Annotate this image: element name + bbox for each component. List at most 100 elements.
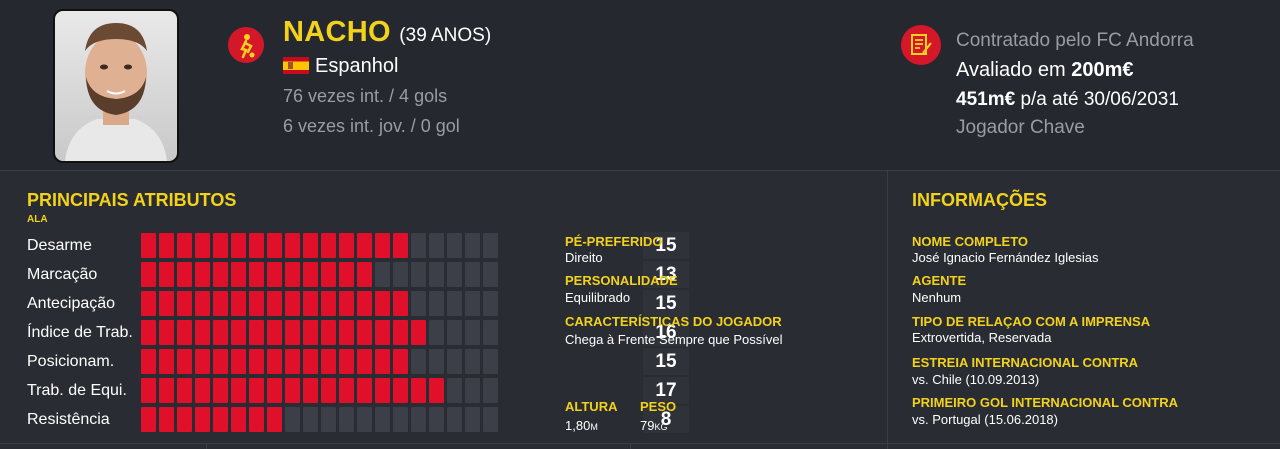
attribute-segment-filled	[321, 349, 336, 374]
player-name: NACHO	[283, 16, 391, 48]
attribute-segment-empty	[429, 233, 444, 258]
attribute-segment-empty	[483, 349, 498, 374]
weight-number: 79	[640, 418, 655, 433]
attribute-segment-filled	[339, 378, 354, 403]
preferred-foot-value: Direito	[565, 250, 603, 265]
attribute-bar[interactable]: 16	[138, 319, 689, 348]
attribute-value: 15	[643, 290, 689, 317]
attribute-segment-empty	[447, 233, 462, 258]
agent-label: AGENTE	[912, 273, 967, 288]
attribute-segment-filled	[213, 378, 228, 403]
attribute-segment-filled	[141, 291, 156, 316]
attribute-segment-filled	[141, 233, 156, 258]
attribute-segment-filled	[159, 378, 174, 403]
bottom-divider-tick	[630, 443, 631, 449]
attribute-segment-filled	[249, 320, 264, 345]
wage-amount: 451m€	[956, 89, 1016, 110]
attribute-segment-empty	[375, 407, 390, 432]
contract-club: Contratado pelo FC Andorra	[956, 30, 1194, 51]
attribute-segment-empty	[411, 262, 426, 287]
attribute-segment-filled	[375, 320, 390, 345]
traits-value[interactable]: Chega à Frente Sempre que Possível	[565, 332, 783, 347]
attribute-segment-empty	[465, 349, 480, 374]
attribute-segment-filled	[303, 349, 318, 374]
contract-icon	[901, 25, 941, 65]
personality-label: PERSONALIDADE	[565, 273, 678, 288]
attribute-segment-filled	[249, 378, 264, 403]
attribute-segment-filled	[141, 320, 156, 345]
nationality[interactable]: Espanhol	[283, 55, 398, 78]
attribute-name: Índice de Trab.	[27, 324, 133, 341]
press-relation-label: TIPO DE RELAÇAO COM A IMPRENSA	[912, 314, 1151, 329]
full-name-value: José Ignacio Fernández Iglesias	[912, 250, 1099, 265]
attribute-segment-filled	[195, 291, 210, 316]
attribute-name: Marcação	[27, 266, 98, 283]
attribute-bar[interactable]: 15	[138, 232, 689, 261]
traits-label: CARACTERÍSTICAS DO JOGADOR	[565, 314, 782, 329]
attribute-segment-filled	[249, 262, 264, 287]
spain-flag-icon	[283, 57, 309, 74]
attribute-segment-empty	[393, 262, 408, 287]
attribute-segment-filled	[267, 262, 282, 287]
bottom-divider	[0, 443, 1280, 444]
attribute-segment-filled	[411, 378, 426, 403]
attribute-segment-empty	[483, 233, 498, 258]
attribute-segment-filled	[141, 407, 156, 432]
attribute-segment-empty	[483, 378, 498, 403]
attribute-segment-filled	[393, 378, 408, 403]
section-divider	[887, 171, 888, 449]
attribute-segment-empty	[465, 407, 480, 432]
press-relation-value: Extrovertida, Reservada	[912, 330, 1052, 345]
attribute-segment-empty	[411, 407, 426, 432]
attribute-bar[interactable]: 13	[138, 261, 689, 290]
personality-value: Equilibrado	[565, 290, 631, 305]
attribute-segment-empty	[321, 407, 336, 432]
attribute-segment-filled	[141, 262, 156, 287]
attribute-bar[interactable]: 8	[138, 406, 689, 435]
attribute-name: Posicionam.	[27, 353, 115, 370]
attribute-segment-empty	[447, 291, 462, 316]
attribute-segment-filled	[213, 407, 228, 432]
attribute-segment-filled	[231, 262, 246, 287]
attribute-segment-filled	[177, 262, 192, 287]
attribute-segment-filled	[285, 349, 300, 374]
attribute-segment-empty	[483, 407, 498, 432]
attribute-segment-filled	[177, 378, 192, 403]
attribute-segment-filled	[195, 233, 210, 258]
attribute-segment-filled	[393, 233, 408, 258]
attribute-segment-filled	[177, 320, 192, 345]
attribute-segment-filled	[375, 233, 390, 258]
attribute-segment-empty	[483, 320, 498, 345]
attribute-segment-filled	[339, 349, 354, 374]
wage: 451m€ p/a até 30/06/2031	[956, 89, 1179, 111]
preferred-foot-label: PÉ-PREFERIDO	[565, 234, 663, 249]
attribute-segment-filled	[321, 262, 336, 287]
attribute-segment-filled	[231, 378, 246, 403]
attribute-segment-empty	[375, 262, 390, 287]
attribute-segment-filled	[375, 349, 390, 374]
attribute-bar[interactable]: 15	[138, 290, 689, 319]
attribute-bar[interactable]: 15	[138, 348, 689, 377]
attribute-segment-empty	[411, 291, 426, 316]
info-title: INFORMAÇÕES	[912, 190, 1047, 210]
attribute-segment-filled	[141, 378, 156, 403]
attribute-segment-filled	[357, 320, 372, 345]
attribute-segment-empty	[483, 262, 498, 287]
attribute-segment-filled	[231, 233, 246, 258]
attribute-segment-filled	[357, 378, 372, 403]
attribute-bar[interactable]: 17	[138, 377, 689, 406]
attribute-value: 15	[643, 348, 689, 375]
attribute-segment-filled	[303, 320, 318, 345]
attribute-segment-empty	[357, 407, 372, 432]
attribute-segment-filled	[177, 349, 192, 374]
attribute-segment-filled	[267, 407, 282, 432]
attribute-segment-filled	[339, 233, 354, 258]
attribute-segment-filled	[231, 349, 246, 374]
weight-value: 79KG	[640, 418, 667, 433]
attribute-segment-filled	[303, 291, 318, 316]
attribute-segment-filled	[249, 233, 264, 258]
attribute-segment-empty	[447, 378, 462, 403]
attribute-segment-filled	[321, 378, 336, 403]
attribute-segment-filled	[231, 407, 246, 432]
attribute-segment-filled	[303, 233, 318, 258]
